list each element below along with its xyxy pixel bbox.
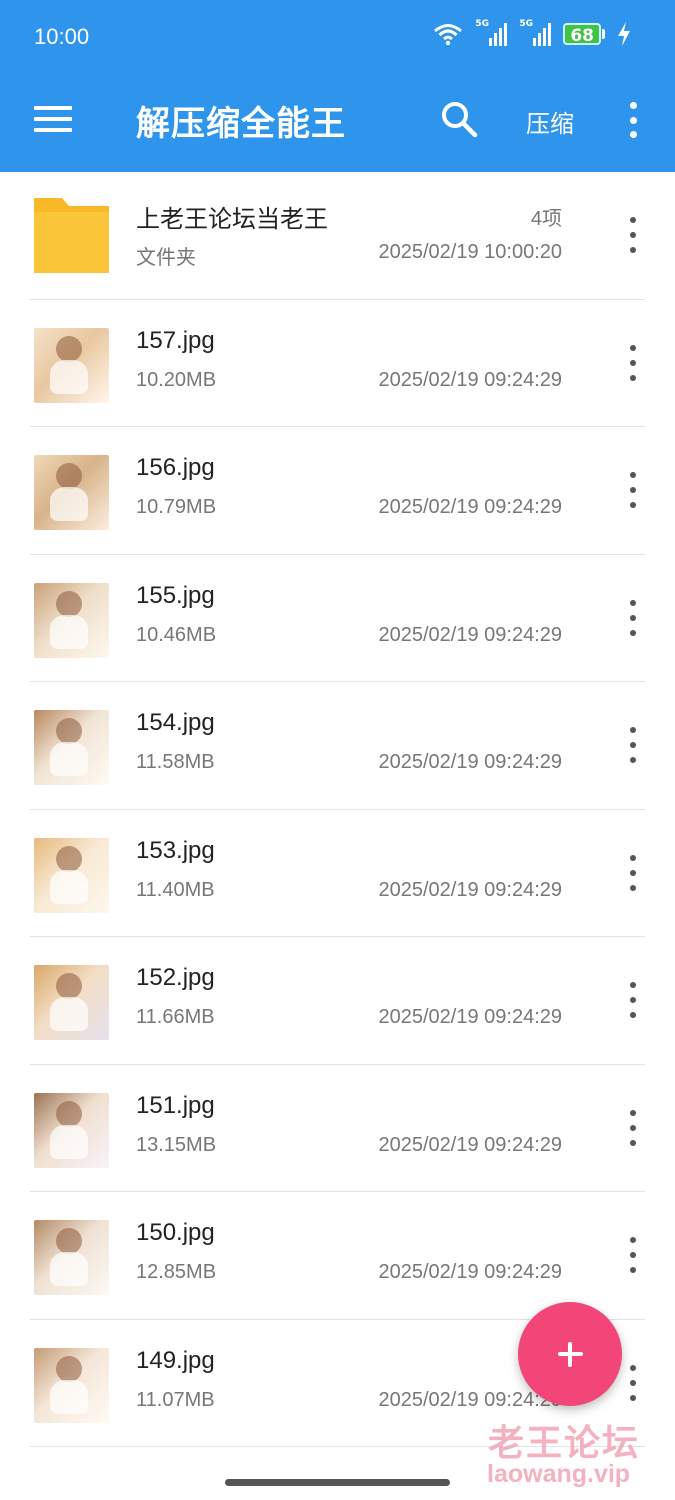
more-vert-icon[interactable] — [624, 599, 642, 636]
file-size: 10.20MB — [136, 368, 217, 391]
file-date: 2025/02/19 09:24:29 — [378, 1133, 562, 1156]
file-name: 151.jpg — [136, 1091, 215, 1119]
file-size: 10.79MB — [136, 496, 217, 518]
file-size: 12.85MB — [136, 1261, 217, 1283]
file-date: 2025/02/19 09:24:29 — [378, 1261, 562, 1283]
file-size: 11.40MB — [136, 878, 215, 901]
more-vert-icon[interactable] — [624, 982, 642, 1018]
file-size: 11.66MB — [136, 1006, 215, 1028]
file-date: 2025/02/19 09:24:29 — [378, 878, 562, 901]
file-name: 152.jpg — [136, 964, 215, 991]
image-thumbnail — [34, 1220, 109, 1295]
image-thumbnail — [34, 1347, 109, 1423]
file-date: 2025/02/19 09:24:29 — [378, 496, 562, 518]
wifi-icon — [434, 24, 463, 46]
signal-icon: 5G — [475, 19, 508, 46]
more-vert-icon[interactable] — [624, 727, 642, 763]
more-vert-icon[interactable] — [624, 472, 642, 508]
file-row[interactable]: 151.jpg 13.15MB 2025/02/19 09:24:29 — [0, 1065, 675, 1192]
file-date: 2025/02/19 09:24:29 — [378, 751, 562, 773]
file-row[interactable]: 155.jpg 10.46MB 2025/02/19 09:24:29 — [0, 555, 675, 682]
more-vert-icon[interactable] — [624, 854, 642, 891]
status-time: 10:00 — [34, 24, 90, 49]
battery-icon: 68 — [563, 22, 605, 46]
file-name: 155.jpg — [136, 581, 215, 609]
file-row[interactable]: 152.jpg 11.66MB 2025/02/19 09:24:29 — [0, 937, 675, 1065]
watermark-text: 老王论坛 — [488, 1423, 641, 1464]
signal-icon-2: 5G — [519, 19, 552, 46]
file-date: 2025/02/19 09:24:29 — [378, 623, 562, 646]
status-icons: 5G 5G 68 — [433, 19, 631, 46]
file-name: 149.jpg — [136, 1346, 215, 1374]
home-indicator[interactable] — [225, 1479, 450, 1486]
more-vert-icon[interactable] — [624, 1109, 642, 1146]
image-thumbnail — [34, 582, 109, 658]
file-size: 10.46MB — [136, 623, 217, 646]
file-row[interactable]: 156.jpg 10.79MB 2025/02/19 09:24:29 — [0, 427, 675, 555]
file-name: 150.jpg — [136, 1219, 215, 1246]
file-name: 153.jpg — [136, 836, 215, 864]
watermark-url: laowang.vip — [487, 1460, 631, 1488]
image-thumbnail — [34, 965, 109, 1040]
more-vert-icon[interactable] — [624, 1364, 642, 1401]
image-thumbnail — [34, 455, 109, 530]
more-vert-icon[interactable] — [624, 102, 642, 138]
file-size: 11.07MB — [136, 1388, 215, 1411]
add-button[interactable] — [518, 1302, 622, 1406]
compress-button[interactable]: 压缩 — [526, 104, 574, 139]
file-size: 13.15MB — [136, 1133, 217, 1156]
image-thumbnail — [34, 327, 109, 403]
image-thumbnail — [34, 1092, 109, 1168]
file-row[interactable]: 157.jpg 10.20MB 2025/02/19 09:24:29 — [0, 300, 675, 427]
folder-row[interactable]: 上老王论坛当老王 4项 文件夹 2025/02/19 10:00:20 — [0, 172, 675, 300]
folder-name: 上老王论坛当老王 — [136, 206, 328, 233]
more-vert-icon[interactable] — [624, 344, 642, 381]
folder-item-count: 4项 — [530, 208, 562, 230]
file-name: 156.jpg — [136, 454, 215, 481]
more-vert-icon[interactable] — [624, 217, 642, 253]
image-thumbnail — [34, 837, 109, 913]
folder-icon — [34, 198, 109, 273]
folder-type: 文件夹 — [136, 247, 196, 269]
file-name: 157.jpg — [136, 326, 215, 354]
hamburger-icon[interactable] — [34, 106, 72, 134]
folder-date: 2025/02/19 10:00:20 — [378, 241, 562, 263]
app-bar: 10:00 5G 5G 68 解压缩全能王 压缩 — [0, 0, 675, 172]
search-icon[interactable] — [440, 100, 480, 140]
image-thumbnail — [34, 710, 109, 785]
page-title: 解压缩全能王 — [136, 104, 346, 144]
file-size: 11.58MB — [136, 751, 215, 773]
file-date: 2025/02/19 09:24:29 — [378, 368, 562, 391]
charging-icon — [618, 22, 630, 46]
file-list: 上老王论坛当老王 4项 文件夹 2025/02/19 10:00:20 157.… — [0, 172, 675, 1447]
file-name: 154.jpg — [136, 709, 215, 736]
more-vert-icon[interactable] — [624, 1237, 642, 1273]
file-row[interactable]: 154.jpg 11.58MB 2025/02/19 09:24:29 — [0, 682, 675, 810]
file-row[interactable]: 150.jpg 12.85MB 2025/02/19 09:24:29 — [0, 1192, 675, 1320]
file-row[interactable]: 153.jpg 11.40MB 2025/02/19 09:24:29 — [0, 810, 675, 937]
file-date: 2025/02/19 09:24:29 — [378, 1006, 562, 1028]
